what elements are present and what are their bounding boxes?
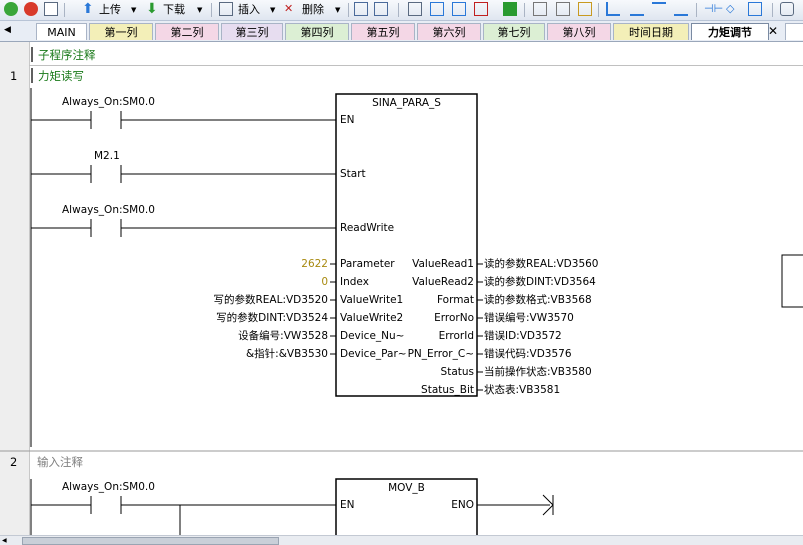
operand-format[interactable]: 读的参数格式:VB3568 (484, 294, 592, 306)
toolbar: ⬆ 上传 ▼ ⬇ 下载 ▼ 插入 ▼ ✕ 删除 ▼ ⊣⊢ ◇ (0, 0, 803, 21)
network2-title[interactable]: 输入注释 (37, 456, 83, 468)
unlock-icon[interactable] (556, 2, 570, 16)
clear-icon[interactable] (474, 2, 488, 16)
pou-icon[interactable] (780, 2, 794, 16)
network2-number: 2 (10, 455, 18, 469)
insert-icon[interactable] (219, 2, 233, 16)
tab-torque-adjust[interactable]: 力矩调节 (691, 23, 769, 40)
contact-always-on-2[interactable]: Always_On:SM0.0 (62, 204, 155, 216)
nav-forward-icon[interactable] (452, 2, 466, 16)
operand-valuewrite2[interactable]: 写的参数DINT:VD3524 (180, 312, 328, 324)
pin-errorid: ErrorId (438, 330, 474, 342)
operand-pn-error-c[interactable]: 错误代码:VD3576 (484, 348, 572, 360)
pin-index: Index (340, 276, 369, 288)
pin-valueread2: ValueRead2 (412, 276, 474, 288)
operand-device-par[interactable]: &指针:&VB3530 (180, 348, 328, 360)
tab-column-5[interactable]: 第五列 (351, 23, 415, 40)
branch-line-icon[interactable] (606, 2, 620, 16)
pin-pn-error-c: PN_Error_C~ (407, 348, 474, 360)
ladder-diagram (0, 88, 803, 535)
insert-button[interactable]: 插入 (238, 2, 260, 18)
coil-icon[interactable]: ◇ (726, 2, 740, 16)
operand-index[interactable]: 0 (260, 276, 328, 288)
operand-device-nu[interactable]: 设备编号:VW3528 (180, 330, 328, 342)
stop-icon[interactable] (24, 2, 38, 16)
block-mov-b-title[interactable]: MOV_B (336, 482, 477, 494)
tab-column-3[interactable]: 第三列 (221, 23, 283, 40)
compile-icon[interactable] (44, 2, 58, 16)
pin-readwrite: ReadWrite (340, 222, 395, 234)
contact-icon[interactable]: ⊣⊢ (704, 2, 723, 16)
pou-tab-bar: ◀ MAIN 第一列 第二列 第三列 第四列 第五列 第六列 第七列 第八列 时… (0, 21, 803, 42)
contact-always-on-1[interactable]: Always_On:SM0.0 (62, 96, 155, 108)
contact-m2-1[interactable]: M2.1 (94, 150, 120, 162)
pin-format: Format (436, 294, 474, 306)
goto-icon[interactable] (503, 2, 517, 16)
tab-scroll-left-icon[interactable]: ◀ (4, 22, 11, 38)
lock-icon[interactable] (533, 2, 547, 16)
operand-valueread1[interactable]: 读的参数REAL:VD3560 (484, 258, 599, 270)
block-sina-para-s-title[interactable]: SINA_PARA_S (336, 97, 477, 109)
ladder-editor[interactable]: 子程序注释 1 力矩读写 Always_On:SM0.0 M2.1 Always… (0, 42, 803, 535)
operand-errorno[interactable]: 错误编号:VW3570 (484, 312, 574, 324)
contact-always-on-3[interactable]: Always_On:SM0.0 (62, 481, 155, 493)
operand-parameter[interactable]: 2622 (260, 258, 328, 270)
tab-column-4[interactable]: 第四列 (285, 23, 349, 40)
pin-errorno: ErrorNo (434, 312, 474, 324)
delete-icon[interactable]: ✕ (284, 2, 298, 16)
tab-close-icon[interactable]: ✕ (768, 23, 778, 39)
download-dropdown-icon[interactable]: ▼ (197, 2, 202, 18)
upload-arrow-icon[interactable]: ⬆ (82, 2, 96, 16)
tab-next-partial[interactable] (785, 23, 803, 40)
tab-column-6[interactable]: 第六列 (417, 23, 481, 40)
operand-status[interactable]: 当前操作状态:VB3580 (484, 366, 592, 378)
operand-errorid[interactable]: 错误ID:VD3572 (484, 330, 562, 342)
upload-button[interactable]: 上传 (99, 2, 121, 18)
download-arrow-icon[interactable]: ⬇ (146, 2, 160, 16)
upload-dropdown-icon[interactable]: ▼ (131, 2, 136, 18)
tab-column-7[interactable]: 第七列 (483, 23, 545, 40)
nav-back-icon[interactable] (430, 2, 444, 16)
network-icon-2[interactable] (374, 2, 388, 16)
run-icon[interactable] (4, 2, 18, 16)
delete-button[interactable]: 删除 (302, 2, 324, 18)
pin-valueread1: ValueRead1 (412, 258, 474, 270)
right-line-icon[interactable] (674, 2, 688, 16)
scroll-left-icon[interactable]: ◀ (2, 537, 7, 544)
tab-column-2[interactable]: 第二列 (155, 23, 219, 40)
pin-status-bit: Status_Bit (421, 384, 474, 396)
tab-main[interactable]: MAIN (36, 23, 87, 40)
operand-status-bit[interactable]: 状态表:VB3581 (484, 384, 560, 396)
mov-b-pin-en: EN (340, 499, 355, 511)
pin-start: Start (340, 168, 366, 180)
tab-column-1[interactable]: 第一列 (89, 23, 153, 40)
down-line-icon[interactable] (630, 2, 644, 16)
tab-column-8[interactable]: 第八列 (547, 23, 611, 40)
delete-dropdown-icon[interactable]: ▼ (335, 2, 340, 18)
mov-b-pin-eno: ENO (451, 499, 474, 511)
tab-time-date[interactable]: 时间日期 (613, 23, 689, 40)
pin-en: EN (340, 114, 355, 126)
operand-valueread2[interactable]: 读的参数DINT:VD3564 (484, 276, 596, 288)
operand-valuewrite1[interactable]: 写的参数REAL:VD3520 (180, 294, 329, 306)
network-icon-1[interactable] (354, 2, 368, 16)
box-icon[interactable] (408, 2, 422, 16)
unlock-all-icon[interactable] (578, 2, 592, 16)
insert-dropdown-icon[interactable]: ▼ (270, 2, 275, 18)
pin-status: Status (440, 366, 474, 378)
download-button[interactable]: 下载 (163, 2, 185, 18)
up-line-icon[interactable] (652, 2, 666, 16)
box-insert-icon[interactable] (748, 2, 762, 16)
